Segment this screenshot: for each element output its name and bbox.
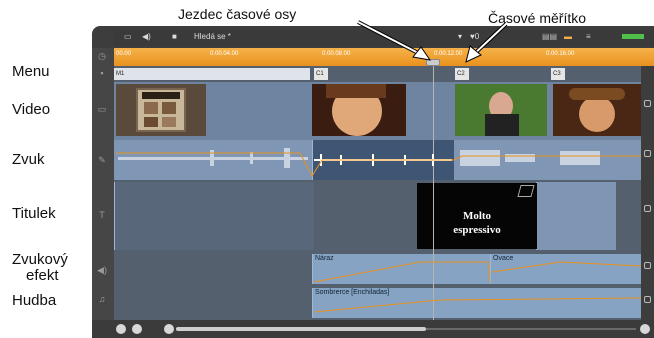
- title-text-line2: espressivo: [453, 224, 501, 236]
- time-ruler[interactable]: 00.00 0.00.04.00 0.00.08.00 0.00.12.00 0…: [114, 48, 654, 66]
- video-clip-cowboy[interactable]: [553, 84, 641, 136]
- video-clip-boy[interactable]: [312, 84, 406, 136]
- zoom-out-button[interactable]: [132, 324, 142, 334]
- label-sfx-line2: efekt: [26, 267, 59, 284]
- scrollbar-thumb[interactable]: [176, 327, 426, 331]
- music-clip[interactable]: Sombrerce [Enchiladas]: [312, 288, 641, 318]
- label-title: Titulek: [12, 205, 56, 222]
- scroll-left-button[interactable]: [164, 324, 174, 334]
- title-text-line1: Molto: [462, 210, 492, 222]
- audio-track-icon[interactable]: ✎: [96, 155, 108, 165]
- lock-icon[interactable]: [644, 296, 651, 303]
- music-track-icon[interactable]: ♫: [96, 294, 108, 304]
- marker-icon[interactable]: ▾: [458, 32, 462, 41]
- project-name[interactable]: Hledá se *: [194, 32, 231, 41]
- lock-icon[interactable]: [644, 262, 651, 269]
- sfx-clip-label: Náraz: [315, 255, 334, 262]
- callout-scrubber: Jezdec časové osy: [178, 6, 297, 22]
- title-edit-icon[interactable]: [517, 185, 535, 197]
- chapter-marker-c2[interactable]: C2: [455, 68, 469, 80]
- title-track-icon[interactable]: T: [96, 210, 108, 220]
- sfx-clip-label: Ovace: [493, 255, 514, 262]
- speaker-icon[interactable]: ◀): [142, 32, 151, 41]
- ruler-tick: 0.00.08.00: [322, 51, 351, 57]
- playhead-line[interactable]: [433, 64, 434, 320]
- menu-marker-m1[interactable]: M1: [114, 68, 310, 80]
- music-clip-label: Sombrerce [Enchiladas]: [315, 289, 390, 296]
- storyboard-view-icon[interactable]: ▤▤: [542, 32, 557, 41]
- video-track-icon[interactable]: ▭: [96, 104, 108, 114]
- timeline-scrubber[interactable]: [426, 59, 440, 66]
- ruler-tick: 00.00: [116, 51, 132, 57]
- ruler-tick: 0.00.12.00: [434, 51, 463, 57]
- timeline-view-icon[interactable]: ▬: [564, 32, 572, 41]
- lock-icon[interactable]: [644, 205, 651, 212]
- chapter-marker-c3[interactable]: C3: [551, 68, 565, 80]
- label-music: Hudba: [12, 292, 57, 309]
- title-clip[interactable]: Molto espressivo: [417, 183, 537, 249]
- lock-icon[interactable]: [644, 150, 651, 157]
- label-menu: Menu: [12, 63, 50, 80]
- video-clip-girl[interactable]: [455, 84, 547, 136]
- menu-track-icon[interactable]: ▪: [96, 68, 108, 78]
- zoom-in-button[interactable]: [116, 324, 126, 334]
- scroll-right-button[interactable]: [640, 324, 650, 334]
- callout-time-scale: Časové měřítko: [488, 10, 587, 26]
- label-audio: Zvuk: [12, 151, 45, 168]
- chapter-marker-c1[interactable]: C1: [314, 68, 328, 80]
- label-video: Video: [12, 101, 51, 118]
- tv-icon[interactable]: ▭: [124, 32, 132, 41]
- voiceover-icon[interactable]: ♥0: [470, 32, 479, 41]
- level-meter: [622, 34, 644, 39]
- ruler-tick: 0.00.16.00: [546, 51, 575, 57]
- lock-icon[interactable]: [644, 100, 651, 107]
- title-clip-extension[interactable]: [536, 182, 616, 250]
- label-sfx-line1: Zvukový: [12, 251, 68, 268]
- title-track-empty-region: [114, 182, 314, 250]
- ruler-tick: 0.00.04.00: [210, 51, 239, 57]
- sfx-clip-naraz[interactable]: Náraz: [312, 254, 490, 284]
- text-view-icon[interactable]: ≡: [586, 32, 591, 41]
- track-header-column: [92, 48, 114, 320]
- video-clip-wanted[interactable]: [116, 84, 206, 136]
- sfx-track-icon[interactable]: ◀): [96, 265, 108, 275]
- timeline-toolbar: ▭ ◀) ■ Hledá se * ▾ ♥0 ▤▤ ▬ ≡: [114, 30, 654, 46]
- folder-icon[interactable]: ■: [172, 32, 177, 41]
- clock-icon[interactable]: ◷: [96, 51, 108, 61]
- sfx-clip-ovace[interactable]: Ovace: [490, 254, 641, 284]
